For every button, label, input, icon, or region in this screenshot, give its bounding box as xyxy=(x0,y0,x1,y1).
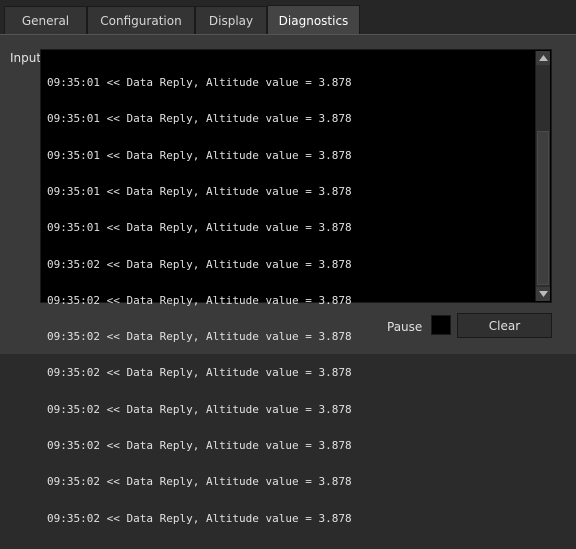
log-line: 09:35:02 << Data Reply, Altitude value =… xyxy=(47,293,352,307)
log-line: 09:35:01 << Data Reply, Altitude value =… xyxy=(47,221,352,235)
input-data-log[interactable]: 09:35:01 << Data Reply, Altitude value =… xyxy=(40,49,552,524)
log-line: 09:35:02 << Data Reply, Altitude value =… xyxy=(47,511,352,525)
log-line: 09:35:02 << Data Reply, Altitude value =… xyxy=(47,257,352,271)
pause-checkbox[interactable] xyxy=(431,315,451,335)
log-line: 09:35:01 << Data Reply, Altitude value =… xyxy=(47,112,352,126)
tab-configuration[interactable]: Configuration xyxy=(87,6,195,34)
log-line: 09:35:02 << Data Reply, Altitude value =… xyxy=(47,366,352,380)
log-lines: 09:35:01 << Data Reply, Altitude value =… xyxy=(47,53,531,549)
tab-general[interactable]: General xyxy=(4,6,87,34)
log-line: 09:35:01 << Data Reply, Altitude value =… xyxy=(47,148,352,162)
tab-diagnostics[interactable]: Diagnostics xyxy=(267,5,360,35)
scrollbar-thumb[interactable] xyxy=(537,131,549,285)
tab-display[interactable]: Display xyxy=(195,6,267,34)
log-line: 09:35:02 << Data Reply, Altitude value =… xyxy=(47,439,352,452)
log-line: 09:35:02 << Data Reply, Altitude value =… xyxy=(47,475,352,489)
log-line: 09:35:01 << Data Reply, Altitude value =… xyxy=(47,185,352,199)
pause-label: Pause xyxy=(387,320,423,334)
log-line: 09:35:02 << Data Reply, Altitude value =… xyxy=(47,402,352,416)
tab-general-label: General xyxy=(21,13,70,28)
tab-bar: General Configuration Display Diagnostic… xyxy=(0,0,576,35)
log-scrollbar[interactable] xyxy=(535,51,550,301)
log-line: 09:35:01 << Data Reply, Altitude value =… xyxy=(47,76,352,90)
tab-diagnostics-label: Diagnostics xyxy=(278,13,349,28)
clear-button[interactable]: Clear xyxy=(457,313,552,338)
scroll-down-icon[interactable] xyxy=(536,287,550,301)
tab-configuration-label: Configuration xyxy=(100,13,182,28)
scroll-up-icon[interactable] xyxy=(536,51,550,65)
tab-display-label: Display xyxy=(208,13,254,28)
